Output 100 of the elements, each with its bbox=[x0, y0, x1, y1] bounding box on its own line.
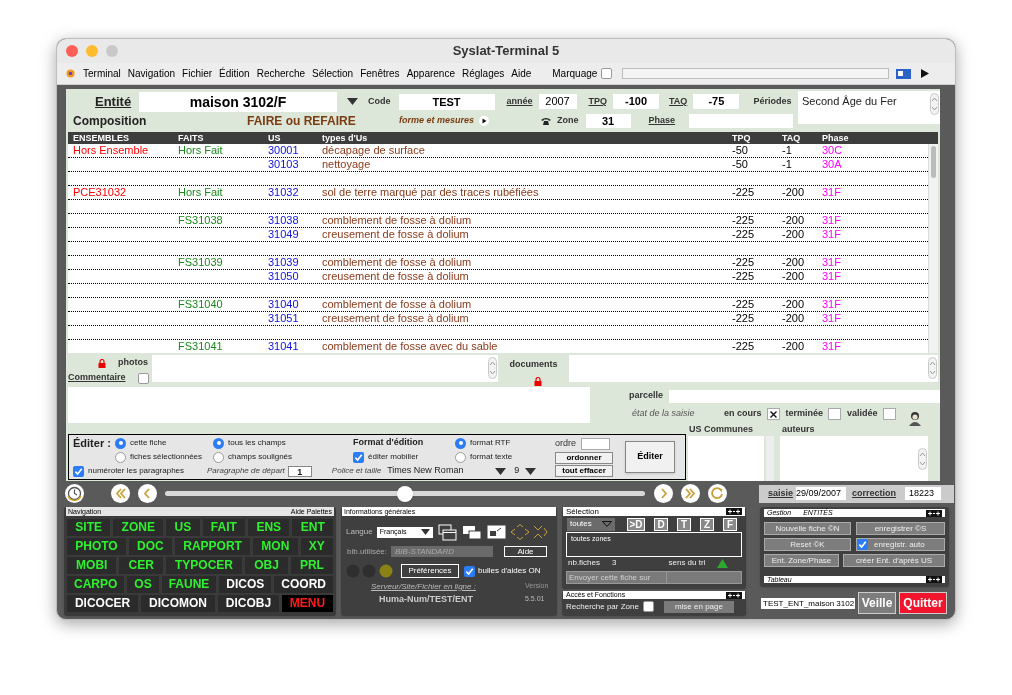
help-button[interactable]: Aide bbox=[504, 546, 548, 557]
module-button[interactable]: COORD bbox=[274, 576, 333, 593]
first-icon[interactable] bbox=[111, 484, 130, 503]
clock-icon[interactable] bbox=[65, 484, 84, 503]
module-button[interactable]: FAIT bbox=[202, 519, 246, 536]
menu-item[interactable]: Fichier bbox=[182, 66, 213, 81]
code-field[interactable]: TEST bbox=[398, 93, 495, 110]
entry-date-field[interactable]: 29/09/2007 bbox=[796, 487, 847, 500]
checkbox[interactable] bbox=[353, 451, 364, 463]
shared-us-field[interactable] bbox=[688, 436, 764, 481]
menu-item[interactable]: Recherche bbox=[256, 66, 305, 81]
menu-item[interactable]: Réglages bbox=[462, 66, 505, 81]
module-button[interactable]: ENS bbox=[248, 519, 290, 536]
page-setup-button[interactable]: mise en page bbox=[663, 600, 734, 613]
resize-icon[interactable] bbox=[486, 525, 506, 539]
paragraph-field[interactable]: 1 bbox=[287, 465, 312, 477]
standby-button[interactable]: Veille bbox=[858, 592, 896, 614]
module-button[interactable]: FAUNE bbox=[161, 576, 217, 593]
scroll-arrows-icon[interactable] bbox=[928, 357, 937, 379]
module-button[interactable]: PHOTO bbox=[67, 538, 126, 555]
zone-phase-button[interactable]: Ent. Zone/Phase bbox=[764, 554, 839, 567]
font-name[interactable]: Times New Roman bbox=[387, 464, 496, 478]
autosave-checkbox[interactable] bbox=[857, 539, 868, 550]
previous-icon[interactable] bbox=[138, 484, 157, 503]
quit-button[interactable]: Quitter bbox=[899, 592, 947, 614]
state-checkbox[interactable] bbox=[882, 408, 896, 420]
radio-button[interactable] bbox=[455, 451, 466, 463]
dropdown-caret-icon[interactable] bbox=[495, 467, 507, 475]
slider-thumb[interactable] bbox=[397, 485, 413, 502]
radio-button[interactable] bbox=[115, 437, 126, 449]
sort-key-button[interactable]: Z bbox=[700, 517, 714, 531]
authors-field[interactable] bbox=[780, 436, 928, 481]
preferences-button[interactable]: Préférences bbox=[401, 564, 459, 578]
entity-name-field[interactable]: maison 3102/F bbox=[139, 91, 337, 112]
checkbox[interactable] bbox=[464, 565, 475, 577]
expand-icon[interactable] bbox=[926, 509, 942, 517]
phase-field[interactable] bbox=[689, 114, 794, 128]
menu-item[interactable]: Terminal bbox=[83, 66, 121, 81]
menu-item[interactable]: Sélection bbox=[312, 66, 354, 81]
module-button[interactable]: DICOS bbox=[219, 576, 272, 593]
expand-icon[interactable] bbox=[726, 591, 742, 599]
module-button[interactable]: PRL bbox=[290, 557, 333, 574]
module-button[interactable]: MOBI bbox=[67, 557, 117, 574]
module-button[interactable]: DICOCER bbox=[67, 595, 139, 612]
menu-item[interactable]: Aide bbox=[511, 66, 532, 81]
sort-arrow-icon[interactable] bbox=[717, 558, 729, 568]
create-from-us-button[interactable]: créer Ent. d'après US bbox=[843, 554, 945, 567]
last-icon[interactable] bbox=[681, 484, 700, 503]
scrollbar[interactable] bbox=[928, 144, 938, 353]
windows-icon[interactable] bbox=[437, 523, 457, 541]
module-button[interactable]: DICOMON bbox=[141, 595, 215, 612]
sort-key-button[interactable]: >D bbox=[627, 517, 645, 531]
module-button[interactable]: DICOBJ bbox=[217, 595, 279, 612]
module-button[interactable]: ZONE bbox=[113, 519, 164, 536]
module-button[interactable]: TYPOCER bbox=[165, 557, 243, 574]
photos-field[interactable] bbox=[152, 355, 498, 382]
clear-button[interactable]: tout effacer bbox=[555, 464, 613, 477]
menu-item[interactable]: Édition bbox=[219, 66, 250, 81]
taq-field[interactable]: -75 bbox=[693, 94, 740, 109]
new-record-button[interactable]: Nouvelle fiche ©N bbox=[764, 522, 851, 535]
module-button[interactable]: OS bbox=[127, 576, 159, 593]
module-button[interactable]: DOC bbox=[128, 538, 172, 555]
dropdown-caret-icon[interactable] bbox=[525, 467, 537, 475]
radio-button[interactable] bbox=[213, 451, 224, 463]
module-button[interactable]: MON bbox=[253, 538, 298, 555]
marquage-checkbox[interactable] bbox=[601, 68, 613, 79]
zone-search-checkbox[interactable] bbox=[642, 601, 654, 612]
scroll-arrows-icon[interactable] bbox=[488, 357, 497, 379]
scroll-arrows-icon[interactable] bbox=[930, 93, 939, 115]
font-size[interactable]: 9 bbox=[514, 464, 520, 478]
parcel-field[interactable] bbox=[669, 389, 940, 403]
sort-key-button[interactable]: D bbox=[654, 517, 668, 531]
module-button[interactable]: CER bbox=[119, 557, 163, 574]
app-icon[interactable] bbox=[66, 69, 75, 78]
state-checkbox[interactable] bbox=[828, 408, 842, 420]
comment-checkbox[interactable] bbox=[137, 372, 149, 384]
sort-key-button[interactable]: T bbox=[677, 517, 691, 531]
module-button[interactable]: MENU bbox=[281, 595, 334, 612]
tpq-field[interactable]: -100 bbox=[613, 94, 660, 109]
person-icon[interactable] bbox=[907, 410, 922, 426]
refresh-icon[interactable] bbox=[708, 484, 727, 503]
scrollbar[interactable] bbox=[766, 436, 774, 481]
state-checkbox[interactable] bbox=[766, 408, 780, 420]
module-button[interactable]: CARPO bbox=[67, 576, 125, 593]
next-icon[interactable] bbox=[654, 484, 673, 503]
correction-field[interactable]: 18223 bbox=[905, 487, 942, 500]
radio-button[interactable] bbox=[455, 437, 466, 449]
module-button[interactable]: US bbox=[166, 519, 200, 536]
module-button[interactable]: XY bbox=[300, 538, 333, 555]
sort-button[interactable]: ordonner bbox=[555, 451, 613, 464]
menu-item[interactable]: Fenêtres bbox=[360, 66, 400, 81]
module-button[interactable]: SITE bbox=[67, 519, 111, 536]
year-field[interactable]: 2007 bbox=[538, 94, 577, 109]
save-button[interactable]: enregistrer ©S bbox=[856, 522, 945, 535]
scroll-arrows-icon[interactable] bbox=[918, 447, 927, 470]
expand-icon[interactable] bbox=[926, 576, 942, 583]
menu-item[interactable]: Navigation bbox=[127, 66, 176, 81]
comment-field[interactable] bbox=[68, 387, 590, 423]
play-icon[interactable] bbox=[479, 116, 490, 126]
expand-arrows-icon[interactable] bbox=[509, 524, 550, 540]
